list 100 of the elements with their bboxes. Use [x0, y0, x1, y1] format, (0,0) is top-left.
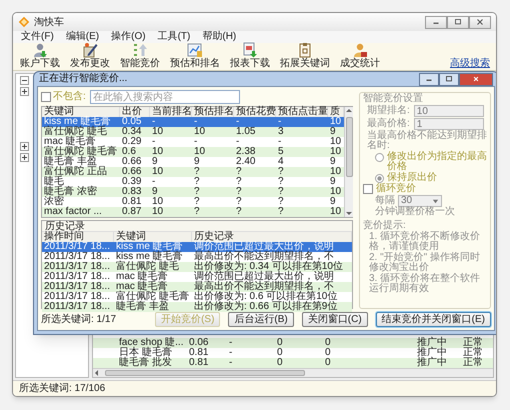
table-row[interactable]: 富仕佩陀 睫毛 0.34 10 10 1.05 3 9: [42, 127, 344, 137]
table-cell-text: -: [235, 117, 240, 127]
table-cell-text: 睫毛膏 丰盈: [115, 302, 170, 312]
collapse-icon[interactable]: [20, 76, 29, 85]
up-arrow-icon[interactable]: [345, 107, 353, 115]
left-arrow-icon[interactable]: [93, 369, 101, 377]
close-button[interactable]: [459, 72, 493, 86]
maximize-icon: [444, 74, 454, 84]
close-button[interactable]: [469, 16, 491, 28]
dialog-button[interactable]: 结束竞价并关闭窗口(E): [376, 312, 491, 326]
table-cell-text: 推广中: [417, 358, 448, 368]
table-cell-text: 4: [277, 157, 285, 167]
close-icon: [471, 74, 481, 84]
table-cell-text: 9: [329, 157, 337, 167]
table-cell-text: 10: [151, 197, 164, 207]
toolbar-button[interactable]: 发布更改: [69, 42, 111, 69]
table-cell-text: 5: [277, 147, 285, 157]
table-cell-text: 富仕佩陀 睫毛膏: [115, 292, 190, 302]
expand-icon[interactable]: [20, 87, 29, 96]
table-cell-text: ?: [235, 187, 243, 197]
table-cell-text: 调价范围已超过最大出价，说明: [193, 242, 335, 252]
table-cell-text: ?: [277, 197, 285, 207]
table-cell-text: 0: [325, 358, 332, 368]
person-icon: [352, 42, 368, 58]
table-cell-text: 0.29: [121, 137, 142, 147]
table-cell-text: 富仕佩陀 睫毛: [115, 262, 180, 272]
maximize-button[interactable]: [447, 16, 469, 28]
table-row[interactable]: 2011/3/17 18... 睫毛膏 丰盈 出价修改为: 0.66 可以排在第9位: [42, 302, 352, 312]
search-field[interactable]: 在此输入搜索内容: [90, 90, 240, 104]
toolbar-button[interactable]: 智能竞价: [119, 42, 161, 69]
table-cell-text: 9: [329, 197, 337, 207]
table-cell-text: 10: [193, 127, 206, 137]
person-icon: [32, 42, 48, 58]
table-cell-text: -: [151, 137, 156, 147]
menu-item[interactable]: 编辑(E): [66, 31, 100, 43]
table-cell-text: 2011/3/17 18...: [43, 282, 111, 292]
table-cell-text: 0.81: [189, 358, 210, 368]
table-cell-text: 10: [193, 147, 206, 157]
table-cell-text: ?: [193, 167, 201, 177]
menu-item[interactable]: 文件(F): [21, 31, 54, 43]
checkbox-icon: [363, 184, 373, 194]
table-cell-text: -: [151, 117, 156, 127]
expand-icon[interactable]: [20, 153, 29, 162]
table-cell-text: 调价范围已超过最大出价，说明: [193, 272, 335, 282]
table-cell-text: ?: [235, 207, 243, 217]
menu-item[interactable]: 操作(O): [111, 31, 146, 43]
tip-text: 2. "开始竞价" 操作将同时修改淘宝出价: [368, 253, 481, 273]
table-cell-text: 睫毛: [43, 177, 64, 187]
menu-item[interactable]: 帮助(H): [202, 31, 236, 43]
table-cell-text: 推广中: [417, 348, 448, 358]
table-cell-text: 0.66: [121, 157, 142, 167]
table-cell-text: 2.40: [235, 157, 256, 167]
table-cell-text: 富仕佩陀 睫毛: [43, 127, 108, 137]
table-row[interactable]: 2011/3/17 18... kiss me 睫毛膏 调价范围已超过最大出价，说明: [42, 242, 352, 252]
window-title: 淘快车: [34, 16, 64, 30]
table-cell-text: 2011/3/17 18...: [43, 242, 111, 252]
table-cell-text: -: [229, 338, 234, 348]
table-cell-text: 2011/3/17 18...: [43, 302, 111, 312]
table-cell-text: 0.81: [121, 197, 142, 207]
table-cell-text: 10: [151, 127, 164, 137]
table-cell-text: 0: [325, 348, 332, 358]
table-row[interactable]: 2011/3/17 18... 富仕佩陀 睫毛 出价修改为: 0.34 可以排在第10位: [42, 262, 352, 272]
table-cell-text: 0: [277, 348, 284, 358]
table-cell-text: 0: [277, 338, 284, 348]
field-label: 每隔: [375, 196, 395, 206]
minimize-button[interactable]: [425, 16, 447, 28]
table-row[interactable]: 2011/3/17 18... mac 睫毛膏 最高出价不能达到期望排名，不: [42, 282, 352, 292]
table-cell-text: 0.39: [121, 177, 142, 187]
table-row[interactable]: mac 睫毛膏 0.29 - - - - 10: [42, 137, 344, 147]
table-cell-text: 0.05: [121, 117, 142, 127]
toolbar-button[interactable]: 拓展关键词: [279, 42, 331, 69]
table-row[interactable]: max factor ... 0.87 10 ? ? ? 10: [42, 207, 344, 217]
table-cell-text: mac 睫毛膏: [43, 137, 96, 147]
radio-icon: [375, 153, 384, 162]
table-cell-text: 10: [329, 117, 342, 127]
menu-item[interactable]: 工具(T): [158, 31, 190, 43]
toolbar-button[interactable]: 账户下载: [19, 42, 61, 69]
dialog-button[interactable]: 后台运行(B): [228, 312, 294, 326]
table-cell-text: 0.83: [121, 187, 142, 197]
down-arrow-icon[interactable]: [345, 209, 353, 217]
table-row[interactable]: 富仕佩陀 正品 0.66 10 ? ? ? 10: [42, 167, 344, 177]
tips-title: 竞价提示:: [363, 221, 406, 231]
table-cell-text: ?: [235, 197, 243, 207]
table-cell-text: 富仕佩陀 睫毛膏: [43, 147, 118, 157]
toolbar-button[interactable]: 预估和排名: [169, 42, 221, 69]
table-cell-text: 浓密: [43, 197, 65, 207]
expand-icon[interactable]: [20, 142, 29, 151]
toolbar-button[interactable]: 报表下载: [229, 42, 271, 69]
advanced-search-link[interactable]: 高级搜索: [450, 58, 490, 69]
table-cell-text: ?: [193, 177, 201, 187]
horizontal-scrollbar[interactable]: [93, 368, 493, 377]
dialog-button[interactable]: 关闭窗口(C): [302, 312, 368, 326]
table-row[interactable]: kiss me 睫毛膏 0.05 - - - - 10: [42, 117, 344, 127]
vertical-scrollbar[interactable]: [344, 107, 353, 217]
toolbar-button[interactable]: 成交统计: [339, 42, 381, 69]
table-cell-text: 10: [329, 207, 342, 217]
table-row[interactable]: 睫毛膏 浓密 0.83 9 ? ? ? 10: [42, 187, 344, 197]
table-row[interactable]: 富仕佩陀 睫毛膏 0.6 10 10 2.38 5 10: [42, 147, 344, 157]
maximize-button[interactable]: [439, 72, 459, 86]
minimize-button[interactable]: [419, 72, 439, 86]
